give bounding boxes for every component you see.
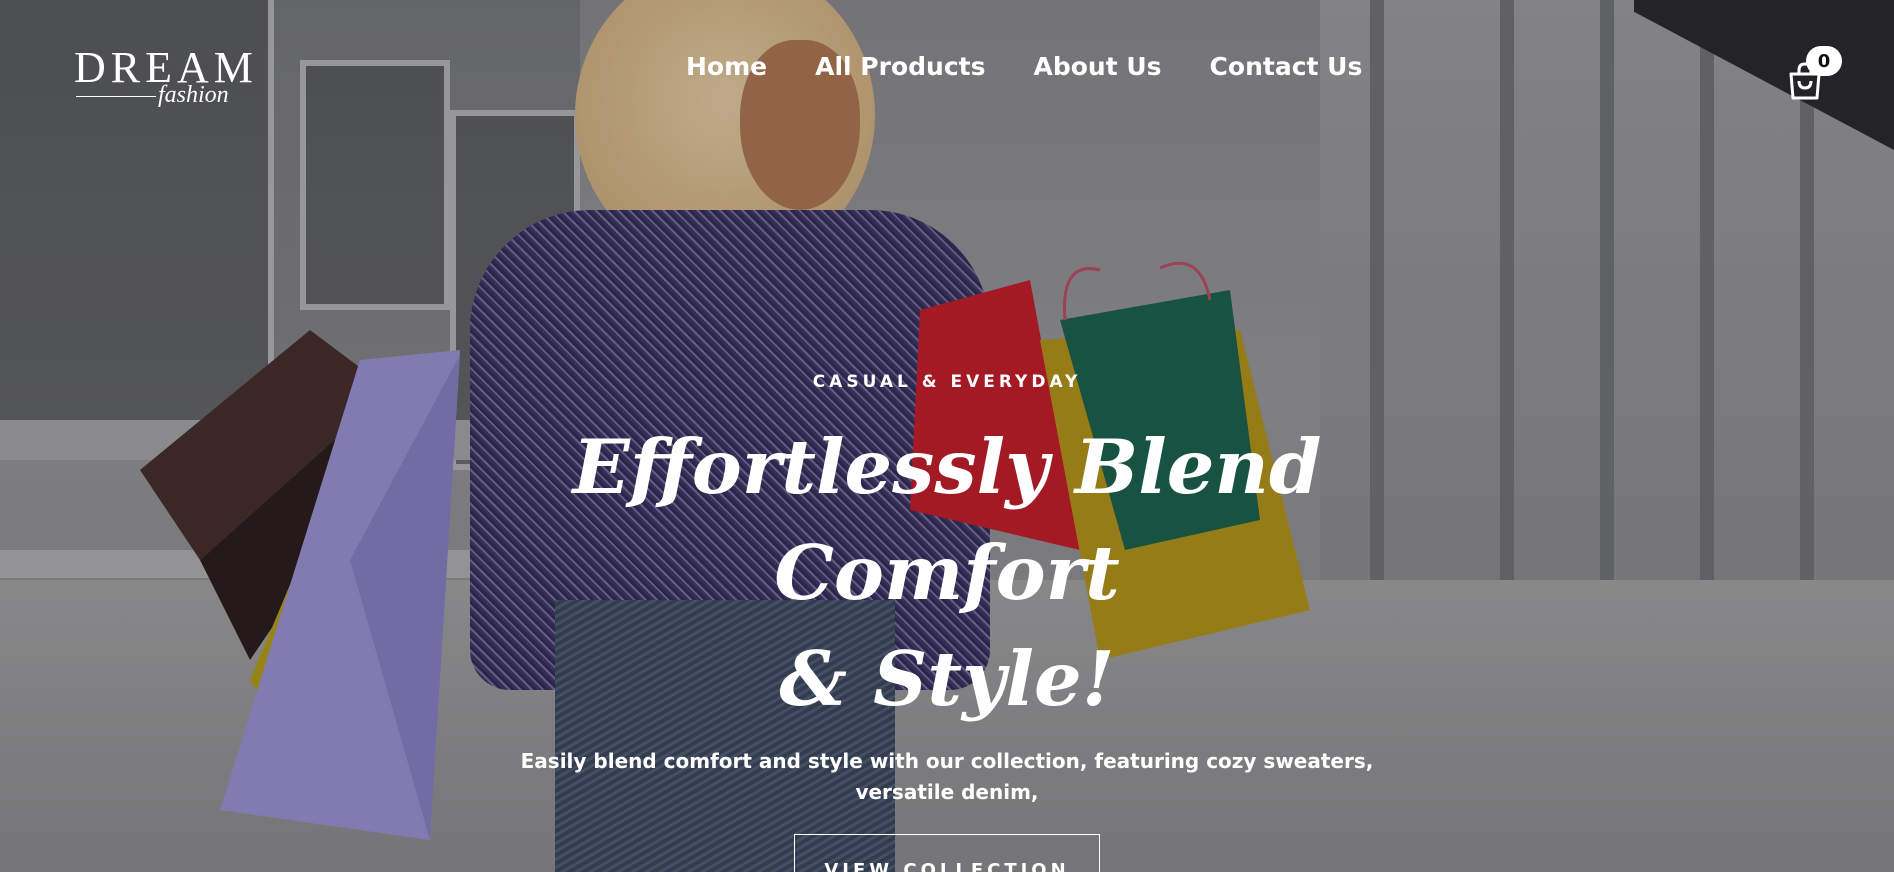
hero-content: CASUAL & EVERYDAY Effortlessly Blend Com… <box>447 372 1447 872</box>
brand-tagline: fashion <box>158 82 229 108</box>
logo-divider <box>76 96 156 97</box>
nav-item-about-us[interactable]: About Us <box>1033 52 1161 81</box>
nav-item-all-products[interactable]: All Products <box>815 52 985 81</box>
hero-eyebrow: CASUAL & EVERYDAY <box>812 372 1082 392</box>
nav-item-home[interactable]: Home <box>686 52 767 81</box>
site-header: DREAM fashion Home All Products About Us… <box>0 0 1894 140</box>
hero-title-line-2: & Style! <box>779 635 1115 723</box>
hero-section: DREAM fashion Home All Products About Us… <box>0 0 1894 872</box>
hero-subtitle: Easily blend comfort and style with our … <box>520 749 1374 804</box>
view-collection-button[interactable]: VIEW COLLECTION <box>794 834 1100 872</box>
brand-logo[interactable]: DREAM fashion <box>74 46 253 112</box>
hero-title: Effortlessly Blend Comfort & Style! <box>447 414 1447 732</box>
nav-item-contact-us[interactable]: Contact Us <box>1210 52 1363 81</box>
cart-count-badge: 0 <box>1806 46 1842 76</box>
main-nav: Home All Products About Us Contact Us <box>686 52 1362 81</box>
hero-title-line-1: Effortlessly Blend Comfort <box>572 423 1322 617</box>
